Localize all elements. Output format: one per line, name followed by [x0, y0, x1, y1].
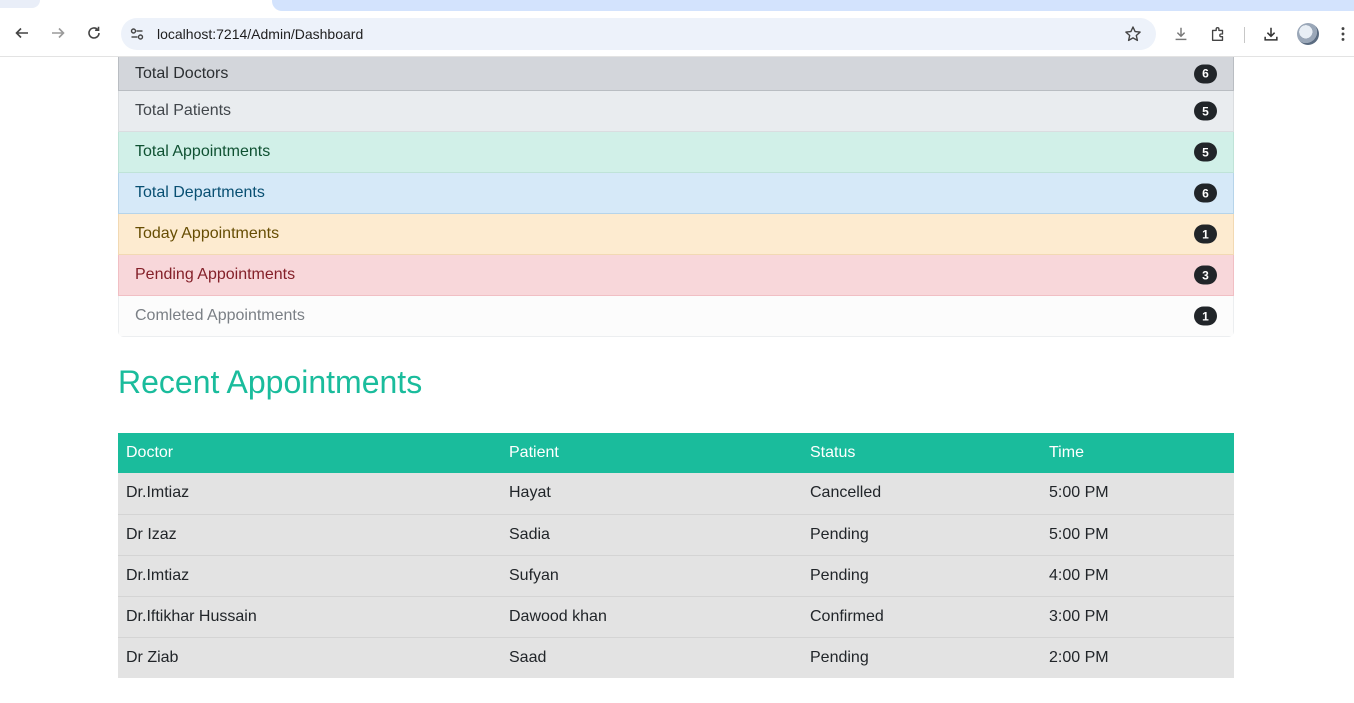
count-badge: 5 [1194, 142, 1217, 162]
time-cell: 5:00 PM [1049, 484, 1109, 502]
doctor-cell: Dr Izaz [126, 525, 177, 543]
count-badge: 5 [1194, 101, 1217, 121]
doctor-cell: Dr.Imtiaz [126, 484, 190, 502]
table-row: Dr.Imtiaz Hayat Cancelled 5:00 PM [118, 473, 1234, 514]
tab-edge[interactable] [0, 0, 40, 8]
back-button[interactable] [8, 19, 36, 47]
recent-appointments-table: Doctor Patient Status Time Dr.Imtiaz Hay… [118, 433, 1234, 678]
column-header-patient: Patient [509, 444, 559, 461]
toolbar-divider [1244, 27, 1245, 43]
patient-cell: Dawood khan [509, 607, 607, 625]
stats-list: Total Doctors 6 Total Patients 5 Total A… [118, 57, 1234, 337]
stat-label: Total Departments [135, 184, 265, 201]
bookmark-star-icon[interactable] [1124, 25, 1142, 43]
time-cell: 5:00 PM [1049, 525, 1109, 543]
stat-pending-appointments: Pending Appointments 3 [118, 255, 1234, 296]
stat-total-appointments: Total Appointments 5 [118, 132, 1234, 173]
stat-total-patients: Total Patients 5 [118, 91, 1234, 132]
browser-toolbar: localhost:7214/Admin/Dashboard [0, 11, 1354, 57]
stat-label: Pending Appointments [135, 266, 296, 283]
table-row: Dr Izaz Sadia Pending 5:00 PM [118, 514, 1234, 555]
stat-total-doctors: Total Doctors 6 [118, 57, 1234, 91]
table-row: Dr.Iftikhar Hussain Dawood khan Confirme… [118, 596, 1234, 637]
recent-appointments-title: Recent Appointments [118, 364, 423, 400]
stat-completed-appointments: Comleted Appointments 1 [118, 296, 1234, 337]
table-header-row: Doctor Patient Status Time [118, 433, 1234, 473]
stat-today-appointments: Today Appointments 1 [118, 214, 1234, 255]
extensions-icon[interactable] [1208, 24, 1228, 44]
patient-cell: Sadia [509, 525, 550, 543]
reload-button[interactable] [80, 19, 108, 47]
column-header-doctor: Doctor [126, 444, 174, 461]
arrow-right-icon [52, 27, 65, 39]
doctor-cell: Dr Ziab [126, 648, 179, 666]
table-row: Dr.Imtiaz Sufyan Pending 4:00 PM [118, 555, 1234, 596]
status-cell: Pending [810, 525, 869, 543]
forward-button[interactable] [44, 19, 72, 47]
tab-strip [0, 0, 1354, 11]
dashboard-content: Total Doctors 6 Total Patients 5 Total A… [118, 57, 1234, 678]
count-badge: 6 [1194, 64, 1217, 83]
tab-strip-background [272, 0, 1354, 11]
status-cell: Confirmed [810, 607, 884, 625]
status-cell: Cancelled [810, 484, 882, 502]
arrow-left-icon [15, 27, 28, 39]
menu-kebab-icon[interactable] [1334, 24, 1352, 44]
site-settings-icon[interactable] [129, 26, 145, 42]
stat-label: Today Appointments [135, 225, 280, 242]
doctor-cell: Dr.Imtiaz [126, 566, 190, 584]
time-cell: 4:00 PM [1049, 566, 1109, 584]
column-header-time: Time [1049, 444, 1084, 461]
status-cell: Pending [810, 566, 869, 584]
stat-label: Total Patients [135, 102, 232, 119]
count-badge: 1 [1194, 224, 1217, 244]
count-badge: 6 [1194, 183, 1217, 203]
patient-cell: Hayat [509, 484, 551, 502]
stat-label: Comleted Appointments [135, 307, 305, 324]
status-cell: Pending [810, 648, 869, 666]
download-status-icon[interactable] [1171, 24, 1191, 44]
stat-label: Total Doctors [135, 64, 229, 82]
patient-cell: Sufyan [509, 566, 559, 584]
url-text[interactable]: localhost:7214/Admin/Dashboard [157, 26, 363, 42]
time-cell: 2:00 PM [1049, 648, 1109, 666]
count-badge: 1 [1194, 306, 1217, 326]
column-header-status: Status [810, 444, 856, 461]
time-cell: 3:00 PM [1049, 607, 1109, 625]
table-row: Dr Ziab Saad Pending 2:00 PM [118, 637, 1234, 678]
patient-cell: Saad [509, 648, 547, 666]
stat-total-departments: Total Departments 6 [118, 173, 1234, 214]
stat-label: Total Appointments [135, 143, 271, 160]
downloads-icon[interactable] [1261, 24, 1281, 44]
doctor-cell: Dr.Iftikhar Hussain [126, 607, 257, 625]
reload-icon [88, 26, 100, 39]
profile-avatar[interactable] [1297, 23, 1319, 45]
address-bar[interactable]: localhost:7214/Admin/Dashboard [121, 18, 1156, 50]
count-badge: 3 [1194, 265, 1217, 285]
